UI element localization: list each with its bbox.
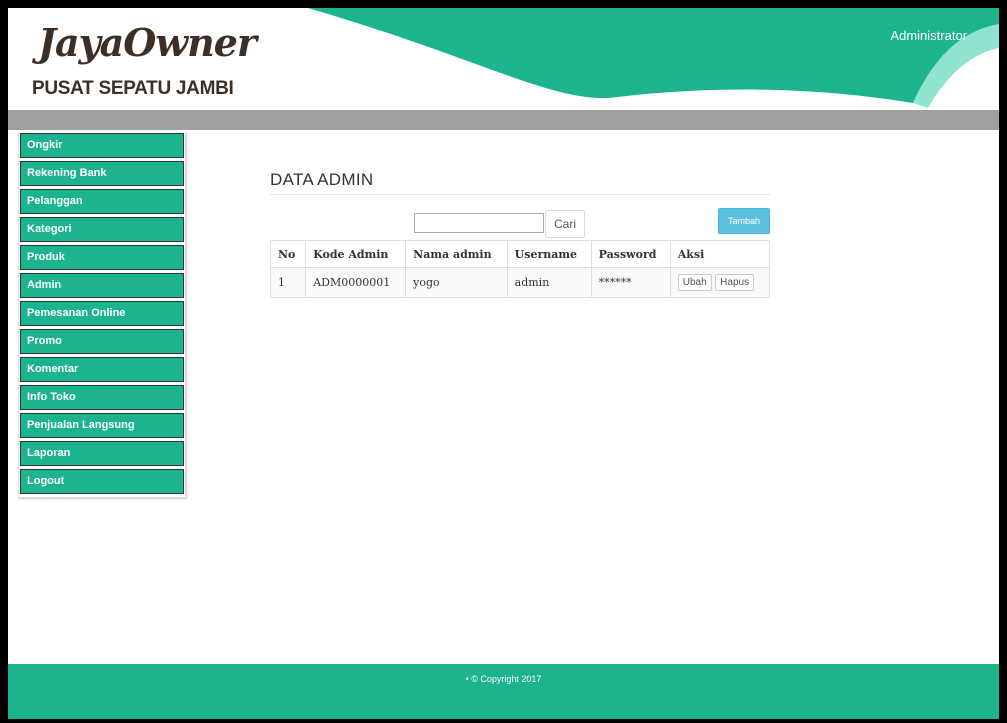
cell-actions: Ubah Hapus (669, 267, 771, 298)
column-header-nama-admin: Nama admin (405, 240, 508, 268)
cell-username: admin (506, 267, 592, 298)
sidebar-item-info-toko[interactable]: Info Toko (20, 385, 184, 410)
logo-subtitle: PUSAT SEPATU JAMBI (32, 78, 234, 99)
add-admin-button[interactable]: Tambah (718, 208, 770, 234)
sidebar-item-kategori[interactable]: Kategori (20, 217, 184, 242)
page-title: DATA ADMIN (270, 170, 770, 195)
column-header-username: Username (506, 240, 592, 268)
sidebar-item-produk[interactable]: Produk (20, 245, 184, 270)
cell-kode-admin: ADM0000001 (305, 267, 407, 298)
column-header-aksi: Aksi (669, 240, 771, 268)
logo-script[interactable]: JayaOwner (38, 20, 257, 65)
column-header-password: Password (590, 240, 671, 268)
sidebar-item-penjualan-langsung[interactable]: Penjualan Langsung (20, 413, 184, 438)
search-input[interactable] (414, 213, 544, 233)
sidebar: Ongkir Rekening Bank Pelanggan Kategori … (18, 132, 186, 498)
sidebar-item-pelanggan[interactable]: Pelanggan (20, 189, 184, 214)
cell-no: 1 (269, 267, 307, 298)
footer: • © Copyright 2017 (8, 664, 999, 719)
user-menu[interactable]: Administrator (890, 28, 967, 43)
search-button[interactable]: Cari (545, 210, 585, 238)
edit-button[interactable]: Ubah (677, 274, 712, 291)
table-header-row: No Kode Admin Nama admin Username Passwo… (269, 240, 771, 268)
sidebar-item-admin[interactable]: Admin (20, 273, 184, 298)
sidebar-item-laporan[interactable]: Laporan (20, 441, 184, 466)
cell-password: ****** (590, 267, 671, 298)
sidebar-item-pemesanan-online[interactable]: Pemesanan Online (20, 301, 184, 326)
sidebar-item-rekening-bank[interactable]: Rekening Bank (20, 161, 184, 186)
table-toolbar: Cari Tambah (270, 208, 770, 240)
delete-button[interactable]: Hapus (715, 274, 755, 291)
table-row: 1 ADM0000001 yogo admin ****** Ubah Hapu… (269, 267, 771, 298)
nav-bar (8, 110, 999, 130)
header: JayaOwner PUSAT SEPATU JAMBI Administrat… (8, 8, 999, 110)
page: JayaOwner PUSAT SEPATU JAMBI Administrat… (8, 8, 999, 719)
sidebar-item-ongkir[interactable]: Ongkir (20, 133, 184, 158)
admin-table: No Kode Admin Nama admin Username Passwo… (269, 240, 771, 298)
cell-nama-admin: yogo (405, 267, 508, 298)
sidebar-item-komentar[interactable]: Komentar (20, 357, 184, 382)
column-header-kode-admin: Kode Admin (305, 240, 407, 268)
main-content: DATA ADMIN Cari Tambah No Kode Admin Nam… (269, 170, 771, 298)
copyright-text: • © Copyright 2017 (465, 674, 542, 684)
column-header-no: No (269, 240, 307, 268)
sidebar-item-logout[interactable]: Logout (20, 469, 184, 494)
sidebar-item-promo[interactable]: Promo (20, 329, 184, 354)
